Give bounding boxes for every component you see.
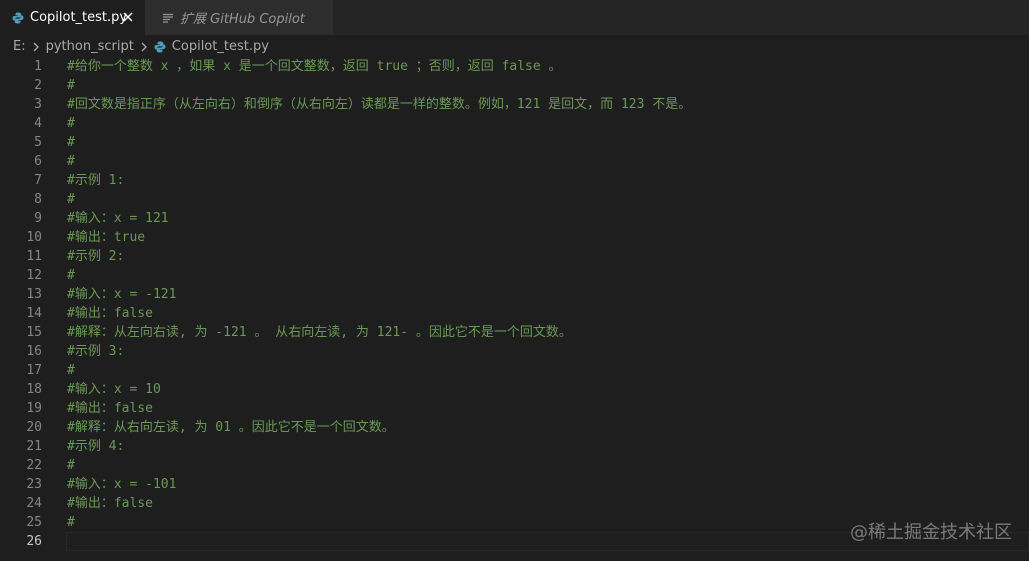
code-line[interactable]: 6 # <box>0 152 1029 171</box>
tab-label: Copilot_test.py <box>30 10 128 25</box>
close-icon[interactable] <box>120 9 136 25</box>
breadcrumb: E: python_script Copilot_test.py <box>0 35 1029 58</box>
code-line[interactable]: 21 #示例 4: <box>0 437 1029 456</box>
breadcrumb-drive[interactable]: E: <box>13 39 26 54</box>
line-number: 13 <box>26 287 42 302</box>
code-line[interactable]: 12 # <box>0 266 1029 285</box>
code-line[interactable]: 3 #回文数是指正序（从左向右）和倒序（从右向左）读都是一样的整数。例如，121 … <box>0 95 1029 114</box>
line-number: 2 <box>34 78 42 93</box>
code-text[interactable]: #回文数是指正序（从左向右）和倒序（从右向左）读都是一样的整数。例如，121 是… <box>67 95 691 114</box>
code-text[interactable]: #示例 4: <box>67 437 124 456</box>
code-text[interactable]: #输出：false <box>67 399 153 418</box>
line-number: 17 <box>26 363 42 378</box>
code-line[interactable]: 17 # <box>0 361 1029 380</box>
code-line[interactable]: 9 #输入：x = 121 <box>0 209 1029 228</box>
chevron-right-icon <box>32 42 40 52</box>
line-number: 23 <box>26 477 42 492</box>
line-number: 26 <box>26 534 42 549</box>
code-text[interactable]: #输入：x = -121 <box>67 285 176 304</box>
line-number: 15 <box>26 325 42 340</box>
line-number: 3 <box>34 97 42 112</box>
code-line[interactable]: 19 #输出：false <box>0 399 1029 418</box>
line-number: 20 <box>26 420 42 435</box>
code-line[interactable]: 8 # <box>0 190 1029 209</box>
tab-extension-copilot[interactable]: 扩展 GitHub Copilot <box>145 0 333 35</box>
code-text[interactable]: # <box>67 133 75 152</box>
code-line[interactable]: 1 #给你一个整数 x ，如果 x 是一个回文整数，返回 true ；否则，返回 … <box>0 57 1029 76</box>
chevron-right-icon <box>140 42 148 52</box>
line-number: 1 <box>34 59 42 74</box>
code-line[interactable]: 10 #输出：true <box>0 228 1029 247</box>
code-text[interactable]: # <box>67 266 75 285</box>
line-number: 5 <box>34 135 42 150</box>
code-text[interactable]: #给你一个整数 x ，如果 x 是一个回文整数，返回 true ；否则，返回 f… <box>67 57 562 76</box>
code-text[interactable]: #输出：false <box>67 494 153 513</box>
code-text[interactable]: #输出：true <box>67 228 145 247</box>
code-text[interactable]: # <box>67 152 75 171</box>
breadcrumb-file-label: Copilot_test.py <box>171 39 269 54</box>
tab-label: 扩展 GitHub Copilot <box>180 12 305 27</box>
line-number: 25 <box>26 515 42 530</box>
tab-copilot-test[interactable]: Copilot_test.py <box>0 0 145 35</box>
code-text[interactable]: # <box>67 361 75 380</box>
code-line[interactable]: 24 #输出：false <box>0 494 1029 513</box>
code-line[interactable]: 4 # <box>0 114 1029 133</box>
line-number: 19 <box>26 401 42 416</box>
code-text[interactable]: #示例 1: <box>67 171 124 190</box>
code-line[interactable]: 22 # <box>0 456 1029 475</box>
python-file-icon <box>12 12 24 24</box>
code-line[interactable]: 5 # <box>0 133 1029 152</box>
line-number: 24 <box>26 496 42 511</box>
code-text[interactable]: # <box>67 456 75 475</box>
line-number: 11 <box>26 249 42 264</box>
code-line[interactable]: 15 #解释：从左向右读, 为 -121 。 从右向左读, 为 121- 。因此它… <box>0 323 1029 342</box>
python-file-icon <box>154 41 166 53</box>
code-text[interactable]: #示例 3: <box>67 342 124 361</box>
code-line[interactable]: 18 #输入：x = 10 <box>0 380 1029 399</box>
line-number: 4 <box>34 116 42 131</box>
code-text[interactable]: #输入：x = 121 <box>67 209 169 228</box>
code-line[interactable]: 16 #示例 3: <box>0 342 1029 361</box>
code-text[interactable]: #示例 2: <box>67 247 124 266</box>
code-line[interactable]: 11 #示例 2: <box>0 247 1029 266</box>
line-number: 22 <box>26 458 42 473</box>
breadcrumb-file[interactable]: Copilot_test.py <box>154 39 269 54</box>
code-line[interactable]: 2 # <box>0 76 1029 95</box>
line-number: 21 <box>26 439 42 454</box>
code-text[interactable]: #输入：x = 10 <box>67 380 161 399</box>
code-text[interactable]: # <box>67 76 75 95</box>
tab-bar: Copilot_test.py 扩展 GitHub Copilot <box>0 0 1029 35</box>
line-number: 12 <box>26 268 42 283</box>
code-text[interactable]: #输出：false <box>67 304 153 323</box>
line-number: 14 <box>26 306 42 321</box>
code-line[interactable]: 13 #输入：x = -121 <box>0 285 1029 304</box>
line-number: 16 <box>26 344 42 359</box>
line-number: 7 <box>34 173 42 188</box>
line-number: 8 <box>34 192 42 207</box>
watermark: @稀土掘金技术社区 <box>850 522 1012 543</box>
line-number: 10 <box>26 230 42 245</box>
code-editor[interactable]: 1 #给你一个整数 x ，如果 x 是一个回文整数，返回 true ；否则，返回 … <box>0 57 1029 561</box>
code-line[interactable]: 7 #示例 1: <box>0 171 1029 190</box>
code-text[interactable]: #输入：x = -101 <box>67 475 176 494</box>
code-text[interactable]: # <box>67 114 75 133</box>
code-text[interactable]: #解释：从左向右读, 为 -121 。 从右向左读, 为 121- 。因此它不是… <box>67 323 572 342</box>
line-number: 6 <box>34 154 42 169</box>
breadcrumb-folder[interactable]: python_script <box>46 39 134 54</box>
code-line[interactable]: 14 #输出：false <box>0 304 1029 323</box>
preview-icon <box>162 12 174 24</box>
line-number: 9 <box>34 211 42 226</box>
line-number: 18 <box>26 382 42 397</box>
code-text[interactable]: # <box>67 190 75 209</box>
code-line[interactable]: 23 #输入：x = -101 <box>0 475 1029 494</box>
code-line[interactable]: 20 #解释：从右向左读, 为 01 。因此它不是一个回文数。 <box>0 418 1029 437</box>
code-text[interactable]: #解释：从右向左读, 为 01 。因此它不是一个回文数。 <box>67 418 395 437</box>
code-text[interactable]: # <box>67 513 75 532</box>
